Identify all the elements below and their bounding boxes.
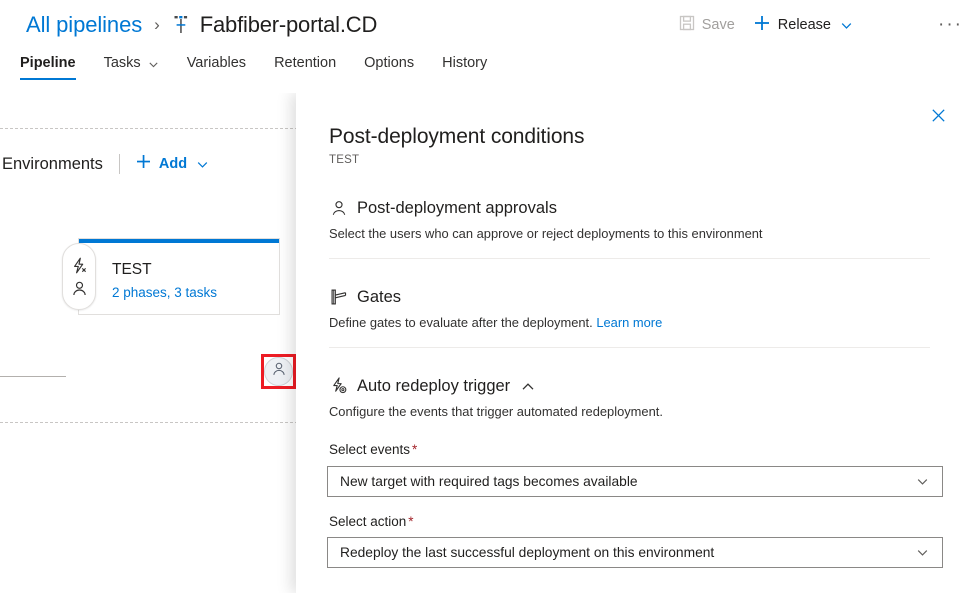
environment-node-test[interactable]: TEST 2 phases, 3 tasks xyxy=(78,238,280,315)
release-pipeline-icon xyxy=(171,15,191,37)
gates-learn-more-link[interactable]: Learn more xyxy=(596,315,662,330)
section-auto-redeploy-trigger: Auto redeploy trigger Configure the even… xyxy=(329,375,930,419)
chevron-up-icon[interactable] xyxy=(521,380,534,393)
tab-history-label: History xyxy=(442,55,487,71)
add-environment-label: Add xyxy=(159,156,187,172)
chevron-down-icon[interactable] xyxy=(916,546,929,559)
section-description: Define gates to evaluate after the deplo… xyxy=(329,315,593,330)
save-label: Save xyxy=(702,17,735,33)
field-label-select-action: Select action* xyxy=(329,514,414,529)
dropdown-select-events-value: New target with required tags becomes av… xyxy=(328,474,916,489)
environment-status-bar xyxy=(79,239,279,243)
chevron-down-icon[interactable] xyxy=(916,475,929,488)
page-header: All pipelines › Fabfiber-portal.CD Save xyxy=(0,0,963,93)
gate-icon xyxy=(329,288,348,307)
chevron-down-icon[interactable] xyxy=(196,158,209,171)
tab-bar: Pipeline Tasks Variables Retention Optio… xyxy=(20,55,515,93)
tab-tasks[interactable]: Tasks xyxy=(104,55,159,80)
more-options-button[interactable]: ··· xyxy=(938,12,963,38)
environment-connector-line xyxy=(0,376,66,377)
section-title: Gates xyxy=(357,288,401,307)
post-deployment-conditions-panel: Post-deployment conditions TEST Post-dep… xyxy=(296,93,963,593)
save-button[interactable]: Save xyxy=(679,12,735,38)
section-description-wrap: Define gates to evaluate after the deplo… xyxy=(329,315,930,330)
breadcrumb: All pipelines › Fabfiber-portal.CD xyxy=(26,8,377,42)
panel-subtitle: TEST xyxy=(329,154,359,166)
dropdown-select-action[interactable]: Redeploy the last successful deployment … xyxy=(327,537,943,568)
person-icon xyxy=(271,361,287,382)
section-post-deployment-approvals: Post-deployment approvals Select the use… xyxy=(329,197,930,241)
tab-pipeline[interactable]: Pipeline xyxy=(20,55,76,80)
panel-title: Post-deployment conditions xyxy=(329,125,584,149)
plus-icon xyxy=(753,14,771,37)
chevron-down-icon[interactable] xyxy=(840,19,853,32)
tab-variables-label: Variables xyxy=(187,55,246,71)
breadcrumb-all-pipelines-link[interactable]: All pipelines xyxy=(26,12,142,38)
header-toolbar: Save Release xyxy=(679,12,871,38)
tab-pipeline-label: Pipeline xyxy=(20,55,76,71)
add-environment-button[interactable]: Add xyxy=(135,153,209,175)
header-divider xyxy=(119,154,120,174)
section-divider xyxy=(329,258,930,259)
release-label: Release xyxy=(778,17,831,33)
required-asterisk: * xyxy=(408,514,413,529)
environment-summary-link[interactable]: 2 phases, 3 tasks xyxy=(112,285,217,300)
tab-tasks-label: Tasks xyxy=(104,55,141,71)
tab-options-label: Options xyxy=(364,55,414,71)
section-title: Post-deployment approvals xyxy=(357,199,557,218)
tab-history[interactable]: History xyxy=(442,55,487,80)
section-description: Configure the events that trigger automa… xyxy=(329,404,930,419)
tab-retention-label: Retention xyxy=(274,55,336,71)
close-icon[interactable] xyxy=(924,101,952,129)
breadcrumb-separator: › xyxy=(154,15,160,35)
post-deployment-approver-icon-button[interactable] xyxy=(264,357,293,386)
tab-retention[interactable]: Retention xyxy=(274,55,336,80)
plus-icon xyxy=(135,153,152,175)
section-title: Auto redeploy trigger xyxy=(357,377,510,396)
breadcrumb-current-pipeline: Fabfiber-portal.CD xyxy=(200,12,377,38)
chevron-down-icon[interactable] xyxy=(148,58,159,69)
environments-header: Environments Add xyxy=(0,151,209,177)
environment-name: TEST xyxy=(112,261,152,279)
dropdown-select-events[interactable]: New target with required tags becomes av… xyxy=(327,466,943,497)
field-label-text: Select events xyxy=(329,442,410,457)
dropdown-select-action-value: Redeploy the last successful deployment … xyxy=(328,545,916,560)
save-disk-icon xyxy=(679,15,695,36)
tab-variables[interactable]: Variables xyxy=(187,55,246,80)
section-description: Select the users who can approve or reje… xyxy=(329,226,930,241)
environment-trigger-pill xyxy=(62,243,96,310)
tab-options[interactable]: Options xyxy=(364,55,414,80)
person-icon xyxy=(329,199,348,218)
required-asterisk: * xyxy=(412,442,417,457)
field-label-select-events: Select events* xyxy=(329,442,417,457)
section-gates: Gates Define gates to evaluate after the… xyxy=(329,286,930,330)
auto-redeploy-icon xyxy=(329,377,348,396)
section-divider xyxy=(329,347,930,348)
person-icon[interactable] xyxy=(71,280,88,297)
field-label-text: Select action xyxy=(329,514,406,529)
release-button[interactable]: Release xyxy=(753,12,853,38)
lightning-trigger-icon[interactable] xyxy=(71,257,88,274)
environments-label: Environments xyxy=(2,155,103,174)
